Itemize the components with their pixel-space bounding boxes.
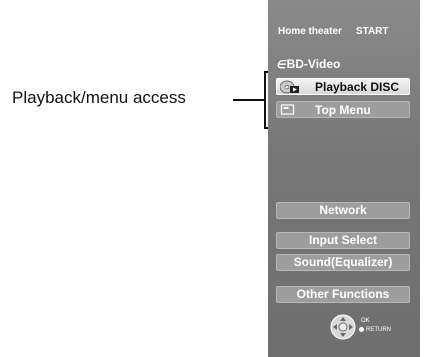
start-label: START	[355, 26, 389, 37]
return-dot-icon	[359, 326, 364, 332]
disc-play-icon	[280, 80, 299, 94]
home-theater-menu-panel: Home theater START ∈BD-Video Playback DIS…	[268, 0, 420, 357]
dpad-icon	[330, 314, 356, 340]
callout-line	[233, 99, 266, 101]
callout-label: Playback/menu access	[12, 88, 186, 107]
panel-title: Home theater	[278, 26, 342, 37]
ok-label: OK	[361, 318, 370, 324]
playback-disc-label: Playback DISC	[315, 80, 400, 94]
input-select-button[interactable]: Input Select	[276, 232, 410, 249]
playback-disc-button[interactable]: Playback DISC	[276, 78, 410, 95]
disc-icon: ∈	[276, 59, 286, 71]
sound-equalizer-button[interactable]: Sound(Equalizer)	[276, 254, 410, 271]
key-guide-legend: OK RETURN	[359, 317, 391, 335]
panel-header: Home theater START	[278, 26, 389, 37]
source-title: ∈BD-Video	[276, 57, 340, 71]
menu-screen-icon	[280, 104, 295, 115]
return-legend: RETURN	[359, 326, 391, 335]
top-menu-label: Top Menu	[315, 103, 371, 117]
top-menu-button[interactable]: Top Menu	[276, 101, 410, 118]
other-functions-button[interactable]: Other Functions	[276, 286, 410, 303]
source-label: BD-Video	[286, 57, 341, 71]
network-button[interactable]: Network	[276, 202, 410, 219]
return-label: RETURN	[366, 327, 391, 333]
